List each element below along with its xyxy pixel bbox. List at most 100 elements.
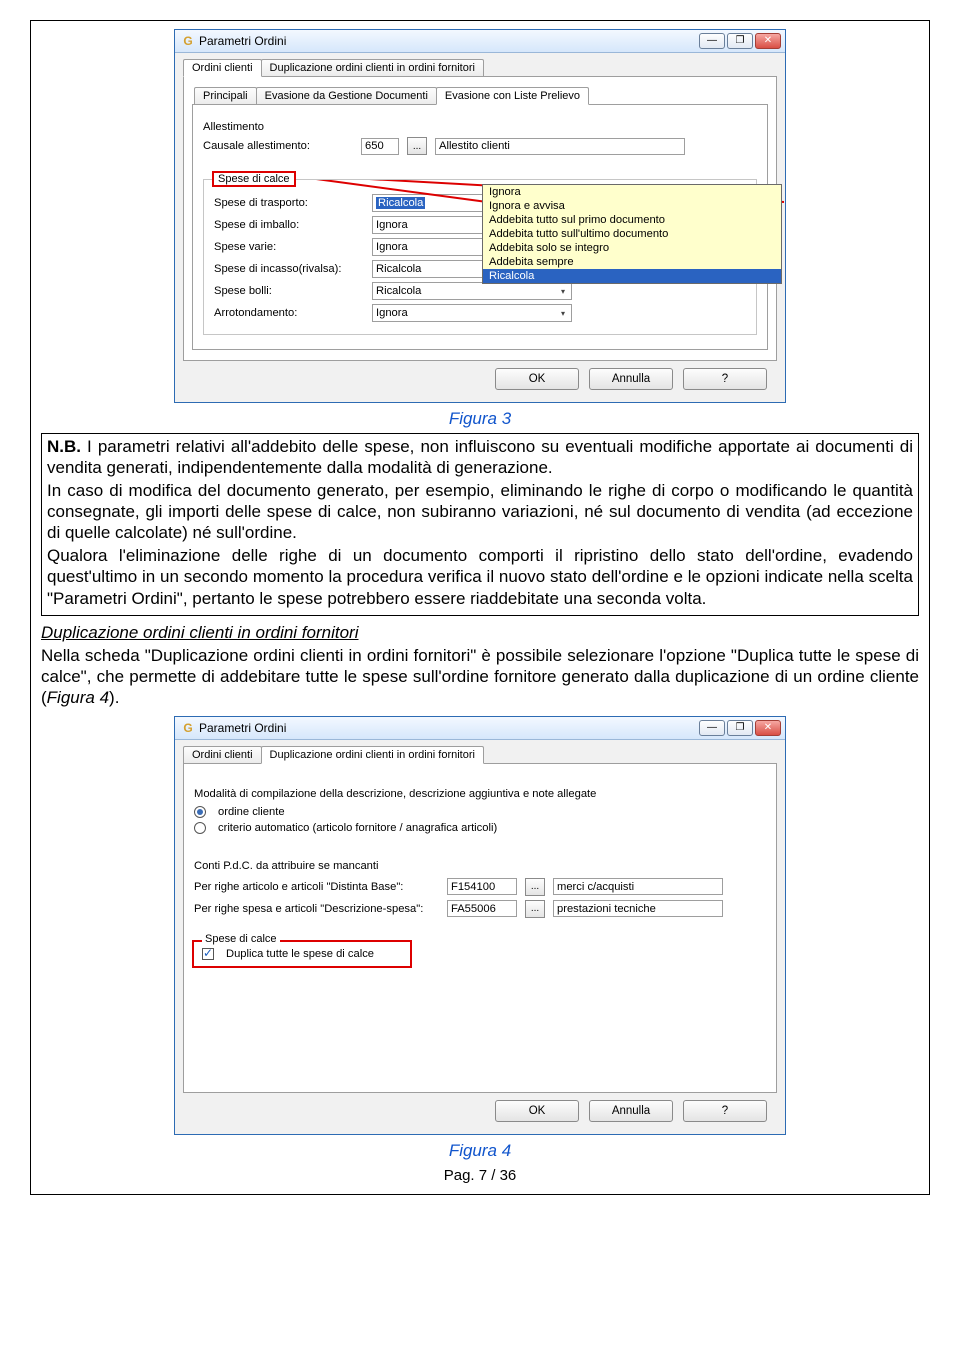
dropdown-option[interactable]: Addebita solo se integro — [483, 241, 781, 255]
maximize-button[interactable]: ❐ — [727, 33, 753, 49]
page-number: Pag. 7 / 36 — [41, 1167, 919, 1184]
cancel-button[interactable]: Annulla — [589, 368, 673, 390]
note-p1: I parametri relativi all'addebito delle … — [47, 437, 913, 477]
outer-tab-panel: Principali Evasione da Gestione Document… — [183, 76, 777, 361]
section-p1b: ). — [109, 688, 119, 707]
dialog-footer: OK Annulla ? — [183, 361, 777, 394]
dropdown-option[interactable]: Ricalcola — [483, 269, 781, 283]
causale-label: Causale allestimento: — [203, 140, 353, 152]
tab-ordini-clienti[interactable]: Ordini clienti — [183, 59, 262, 77]
tab-label: Ordini clienti — [192, 749, 253, 761]
window-title: Parametri Ordini — [199, 721, 286, 735]
help-button[interactable]: ? — [683, 1100, 767, 1122]
combobox-value: Ignora — [376, 307, 408, 319]
subtab-label: Principali — [203, 90, 248, 102]
chevron-down-icon: ▾ — [556, 306, 570, 320]
righe-articolo-lookup-button[interactable]: ... — [525, 878, 545, 896]
note-lead: N.B. — [47, 437, 81, 456]
outer-tab-strip: Ordini clienti Duplicazione ordini clien… — [183, 746, 777, 764]
subtab-label: Evasione da Gestione Documenti — [265, 90, 428, 102]
window-title: Parametri Ordini — [199, 34, 286, 48]
tab-label: Duplicazione ordini clienti in ordini fo… — [270, 62, 475, 74]
close-button[interactable]: ✕ — [755, 720, 781, 736]
righe-articolo-row: Per righe articolo e articoli "Distinta … — [194, 878, 766, 896]
causale-desc-input[interactable] — [435, 138, 685, 155]
spese-trasporto-dropdown-list[interactable]: IgnoraIgnora e avvisaAddebita tutto sul … — [482, 184, 782, 284]
dropdown-option[interactable]: Ignora e avvisa — [483, 199, 781, 213]
subtab-principali[interactable]: Principali — [194, 87, 257, 105]
spese-calce-highlight-box: Spese di calce Duplica tutte le spese di… — [192, 940, 412, 968]
radio-icon — [194, 806, 206, 818]
spese-row-label: Spese di trasporto: — [214, 197, 364, 209]
subtab-label: Evasione con Liste Prelievo — [445, 90, 580, 102]
maximize-button[interactable]: ❐ — [727, 720, 753, 736]
combobox-value: Ricalcola — [376, 197, 425, 209]
righe-spesa-code-input[interactable] — [447, 900, 517, 917]
tab-duplicazione[interactable]: Duplicazione ordini clienti in ordini fo… — [261, 59, 484, 77]
outer-tab-strip: Ordini clienti Duplicazione ordini clien… — [183, 59, 777, 77]
note-p2: In caso di modifica del documento genera… — [47, 480, 913, 543]
cancel-button[interactable]: Annulla — [589, 1100, 673, 1122]
chevron-down-icon: ▾ — [556, 284, 570, 298]
righe-spesa-desc-input[interactable] — [553, 900, 723, 917]
dropdown-option[interactable]: Addebita sempre — [483, 255, 781, 269]
subtab-evasione-liste[interactable]: Evasione con Liste Prelievo — [436, 87, 589, 105]
spese-row-label: Spese varie: — [214, 241, 364, 253]
modalita-group-label: Modalità di compilazione della descrizio… — [194, 788, 766, 800]
righe-spesa-row: Per righe spesa e articoli "Descrizione-… — [194, 900, 766, 918]
radio-icon — [194, 822, 206, 834]
modalita-compilazione-group: Modalità di compilazione della descrizio… — [192, 784, 768, 842]
spese-combobox[interactable]: Ignora ▾ — [372, 304, 572, 322]
conti-pdc-group-label: Conti P.d.C. da attribuire se mancanti — [194, 860, 766, 872]
ok-button[interactable]: OK — [495, 1100, 579, 1122]
dropdown-option[interactable]: Ignora — [483, 185, 781, 199]
section-heading: Duplicazione ordini clienti in ordini fo… — [41, 622, 919, 643]
radio-label: criterio automatico (articolo fornitore … — [218, 822, 497, 834]
titlebar: G Parametri Ordini — ❐ ✕ — [175, 30, 785, 53]
note-box: N.B. I parametri relativi all'addebito d… — [41, 433, 919, 616]
help-button[interactable]: ? — [683, 368, 767, 390]
titlebar: G Parametri Ordini — ❐ ✕ — [175, 717, 785, 740]
tab-ordini-clienti[interactable]: Ordini clienti — [183, 746, 262, 764]
duplica-spese-checkbox[interactable]: Duplica tutte le spese di calce — [202, 948, 402, 960]
causale-lookup-button[interactable]: ... — [407, 137, 427, 155]
inner-tab-panel: Allestimento Causale allestimento: ... S… — [192, 104, 768, 350]
radio-ordine-cliente[interactable]: ordine cliente — [194, 806, 766, 818]
tab-label: Duplicazione ordini clienti in ordini fo… — [270, 749, 475, 761]
spese-row: Arrotondamento:Ignora▾ — [214, 304, 746, 322]
spese-combobox[interactable]: Ricalcola ▾ — [372, 282, 572, 300]
righe-spesa-lookup-button[interactable]: ... — [525, 900, 545, 918]
combobox-value: Ricalcola — [376, 263, 421, 275]
checkbox-icon — [202, 948, 214, 960]
ok-button[interactable]: OK — [495, 368, 579, 390]
spese-calce-group: Spese di calce Spese di trasporto:Ricalc… — [203, 179, 757, 335]
combobox-value: Ricalcola — [376, 285, 421, 297]
parametri-ordini-dialog-1: G Parametri Ordini — ❐ ✕ Ordini clienti … — [174, 29, 786, 403]
righe-articolo-desc-input[interactable] — [553, 878, 723, 895]
tab-label: Ordini clienti — [192, 62, 253, 74]
dialog-footer: OK Annulla ? — [183, 1093, 777, 1126]
minimize-button[interactable]: — — [699, 720, 725, 736]
combobox-value: Ignora — [376, 219, 408, 231]
spese-row-label: Spese di imballo: — [214, 219, 364, 231]
section-p1a: Nella scheda "Duplicazione ordini client… — [41, 646, 919, 707]
righe-articolo-code-input[interactable] — [447, 878, 517, 895]
minimize-button[interactable]: — — [699, 33, 725, 49]
dropdown-option[interactable]: Addebita tutto sul primo documento — [483, 213, 781, 227]
spese-calce-group-label: Spese di calce — [212, 171, 296, 187]
causale-code-input[interactable] — [361, 138, 399, 155]
body-section: Duplicazione ordini clienti in ordini fo… — [41, 622, 919, 708]
radio-criterio-automatico[interactable]: criterio automatico (articolo fornitore … — [194, 822, 766, 834]
conti-pdc-group: Conti P.d.C. da attribuire se mancanti P… — [192, 856, 768, 926]
close-button[interactable]: ✕ — [755, 33, 781, 49]
dropdown-option[interactable]: Addebita tutto sull'ultimo documento — [483, 227, 781, 241]
allestimento-group: Allestimento Causale allestimento: ... — [203, 119, 757, 165]
spese-row-label: Spese bolli: — [214, 285, 364, 297]
combobox-value: Ignora — [376, 241, 408, 253]
app-icon: G — [181, 34, 195, 48]
app-icon: G — [181, 721, 195, 735]
subtab-evasione-gestione[interactable]: Evasione da Gestione Documenti — [256, 87, 437, 105]
figure-4-reference: Figura 4 — [47, 688, 109, 707]
tab-duplicazione[interactable]: Duplicazione ordini clienti in ordini fo… — [261, 746, 484, 764]
outer-tab-panel: Modalità di compilazione della descrizio… — [183, 763, 777, 1093]
